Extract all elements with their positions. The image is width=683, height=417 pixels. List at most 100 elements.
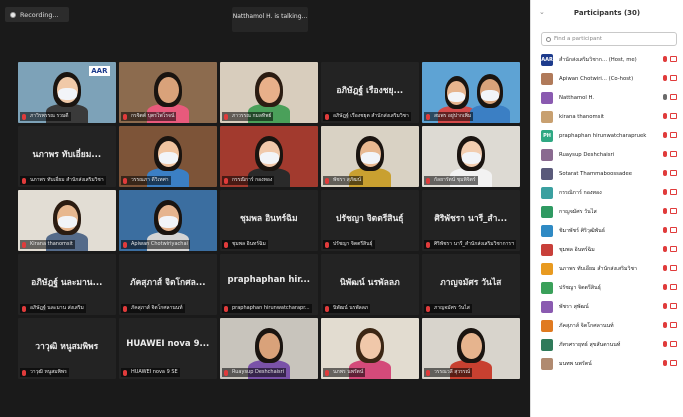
video-tile[interactable]: Apiwan Chotwiriyachai xyxy=(119,190,217,251)
mic-muted-icon[interactable] xyxy=(663,360,667,366)
mic-muted-icon[interactable] xyxy=(663,75,667,81)
video-tile[interactable]: อภิษัฎฐ์ เรืองชยุ... อภิษัฎฐ์ เรืองชยุต ส… xyxy=(321,62,419,123)
camera-off-icon[interactable] xyxy=(670,341,677,347)
participant-row[interactable]: AAR สำนักส่งเสริมวิชาก... (Host, me) xyxy=(531,50,683,69)
video-tile[interactable]: นิพัฒน์ นรพัลลภ นิพัฒน์ นรพัลลภ xyxy=(321,254,419,315)
video-tile[interactable]: Ruaysup Deshchaisri xyxy=(220,318,318,379)
camera-off-icon[interactable] xyxy=(670,170,677,176)
mic-muted-icon[interactable] xyxy=(663,341,667,347)
video-tile[interactable]: ศิริพัชรา นารี_สำ... ศิริพัชรา นารี_สำนัก… xyxy=(422,190,520,251)
mic-icon[interactable] xyxy=(663,94,667,100)
camera-off-icon[interactable] xyxy=(670,113,677,119)
video-tile[interactable]: ภาญจมัศร วันไส ภาญจมัศร วันไส xyxy=(422,254,520,315)
search-input[interactable]: Find a participant xyxy=(541,32,677,46)
camera-off-icon[interactable] xyxy=(670,227,677,233)
participant-row[interactable]: PH praphaphan hirunwatcharapruek xyxy=(531,126,683,145)
camera-off-icon[interactable] xyxy=(670,303,677,309)
search-icon xyxy=(546,36,551,42)
camera-off-icon[interactable] xyxy=(670,284,677,290)
video-tile[interactable]: กรรณิการ์ กองทอง xyxy=(220,126,318,187)
mic-muted-icon[interactable] xyxy=(663,322,667,328)
video-tile[interactable]: อภิษัฎฐ์ นละมาน... อภิษัฎฐ์ นละมาน ส่งเสร… xyxy=(18,254,116,315)
name-label-text: ภาวิรพรรณ รวมดี xyxy=(30,113,69,119)
participant-row[interactable]: กรรณิการ์ กองทอง xyxy=(531,183,683,202)
video-tile[interactable]: Kirana thanomsit xyxy=(18,190,116,251)
mic-muted-icon[interactable] xyxy=(663,208,667,214)
name-label-text: Apiwan Chotwiriyachai xyxy=(131,241,188,247)
participant-row[interactable]: Natthamol H. xyxy=(531,88,683,107)
video-tile[interactable]: พัชรา สุภัฒน์ xyxy=(321,126,419,187)
camera-off-icon[interactable] xyxy=(670,75,677,81)
participant-row[interactable]: พัชรา สุพัฒน์ xyxy=(531,297,683,316)
participant-name: มนทพ นพรัตน์ xyxy=(559,360,592,367)
participant-row[interactable]: Ruaysup Deshchaisri xyxy=(531,145,683,164)
video-tile[interactable]: กรจิตต์ บุตรไพโรจน์ xyxy=(119,62,217,123)
video-tile[interactable]: กัลยารัตน์ ชุมพิจิตร์ xyxy=(422,126,520,187)
participant-row[interactable]: Apiwan Chotwiri... (Co-host) xyxy=(531,69,683,88)
recording-indicator[interactable]: Recording... xyxy=(5,7,69,22)
name-label-text: สมพร อยู่ปากเพิ่ม xyxy=(434,113,472,119)
video-tile[interactable]: วาวุฒิ หนูสมพิพร วาวุฒิ หนูสมพิพร xyxy=(18,318,116,379)
face xyxy=(460,332,482,360)
mic-muted-icon[interactable] xyxy=(663,113,667,119)
video-grid: AAR ภาวิรพรรณ รวมดี กรจิตต์ บุตรไพโรจน์ ภาว… xyxy=(18,62,520,379)
participant-status-icons xyxy=(663,132,677,138)
video-tile[interactable]: HUAWEI nova 9... HUAWEI nova 9 SE xyxy=(119,318,217,379)
video-tile[interactable]: วรรณภา ดีวิเทศา xyxy=(119,126,217,187)
mic-muted-icon[interactable] xyxy=(663,246,667,252)
participant-row[interactable]: Sotarat Thammaboossadee xyxy=(531,164,683,183)
participant-row[interactable]: ชิมาพัชร์ ศิริวุฒิพันธ์ xyxy=(531,221,683,240)
video-tile[interactable]: ภัคสุภาส์ จิตโกศล... ภัคสุภาส์ จิตโกศลานน… xyxy=(119,254,217,315)
video-tile[interactable]: praphaphan hir... praphaphan hirunwatchar… xyxy=(220,254,318,315)
mic-muted-icon[interactable] xyxy=(663,284,667,290)
video-tile[interactable]: ภาวรรณ กมลทิพย์ xyxy=(220,62,318,123)
avatar xyxy=(541,281,553,294)
mic-muted-icon[interactable] xyxy=(663,227,667,233)
camera-off-icon[interactable] xyxy=(670,94,677,100)
video-tile[interactable]: นภพร นพรัตน์ xyxy=(321,318,419,379)
mic-muted-icon[interactable] xyxy=(663,189,667,195)
participant-row[interactable]: ปรัชญา จิตตรีสินธุ์ xyxy=(531,278,683,297)
participant-status-icons xyxy=(663,265,677,271)
mic-muted-icon[interactable] xyxy=(663,56,667,62)
video-tile[interactable]: ปรัชญา จิตตรีสินธุ์ ปรัชญา จิตตรีสินธุ์ xyxy=(321,190,419,251)
mic-muted-icon[interactable] xyxy=(663,151,667,157)
camera-off-icon[interactable] xyxy=(670,265,677,271)
participant-row[interactable]: ภัทรศรายุทธ์ สุขสันตานนท์ xyxy=(531,335,683,354)
video-tile[interactable]: นภาพร ทับเอี่ยม... นภาพร ทับเอี่ยม สำนักส… xyxy=(18,126,116,187)
camera-off-icon[interactable] xyxy=(670,208,677,214)
avatar xyxy=(541,224,553,237)
video-tile[interactable]: AAR ภาวิรพรรณ รวมดี xyxy=(18,62,116,123)
mic-muted-icon xyxy=(426,177,430,184)
mic-muted-icon[interactable] xyxy=(663,265,667,271)
camera-off-icon[interactable] xyxy=(670,56,677,62)
camera-off-icon[interactable] xyxy=(670,322,677,328)
participant-figure xyxy=(468,68,512,123)
video-tile[interactable]: วรรณวลี สุวรรณ์ xyxy=(422,318,520,379)
mic-muted-icon xyxy=(22,305,26,312)
participant-row[interactable]: มนทพ นพรัตน์ xyxy=(531,354,683,373)
name-label: ภาวรรณ กมลทิพย์ xyxy=(222,112,274,121)
participant-row[interactable]: ภัคสุภาส์ จิตโกศลานนท์ xyxy=(531,316,683,335)
participant-name: ปรัชญา จิตตรีสินธุ์ xyxy=(559,284,601,291)
mic-muted-icon xyxy=(426,113,430,120)
camera-off-icon[interactable] xyxy=(670,151,677,157)
camera-off-icon[interactable] xyxy=(670,246,677,252)
mic-muted-icon[interactable] xyxy=(663,170,667,176)
mic-muted-icon[interactable] xyxy=(663,132,667,138)
mic-muted-icon[interactable] xyxy=(663,303,667,309)
camera-off-icon[interactable] xyxy=(670,132,677,138)
name-label-text: นภพร นพรัตน์ xyxy=(333,369,364,375)
participant-row[interactable]: นภาพร ทับเอี่ยม สำนักส่งเสริมวิชา xyxy=(531,259,683,278)
chevron-down-icon[interactable]: ⌄ xyxy=(539,8,545,16)
avatar xyxy=(541,357,553,370)
participant-row[interactable]: ชุมพล อินทร์ฉิม xyxy=(531,240,683,259)
video-tile[interactable]: สมพร อยู่ปากเพิ่ม xyxy=(422,62,520,123)
name-label-text: กรจิตต์ บุตรไพโรจน์ xyxy=(131,113,175,119)
video-tile[interactable]: ชุมพล อินทร์ฉิม ชุมพล อินทร์ฉิม xyxy=(220,190,318,251)
name-label-text: กรรณิการ์ กองทอง xyxy=(232,177,273,183)
participant-row[interactable]: กาญจมัศร วันไส xyxy=(531,202,683,221)
camera-off-icon[interactable] xyxy=(670,360,677,366)
participant-row[interactable]: kirana thanomsit xyxy=(531,107,683,126)
camera-off-icon[interactable] xyxy=(670,189,677,195)
